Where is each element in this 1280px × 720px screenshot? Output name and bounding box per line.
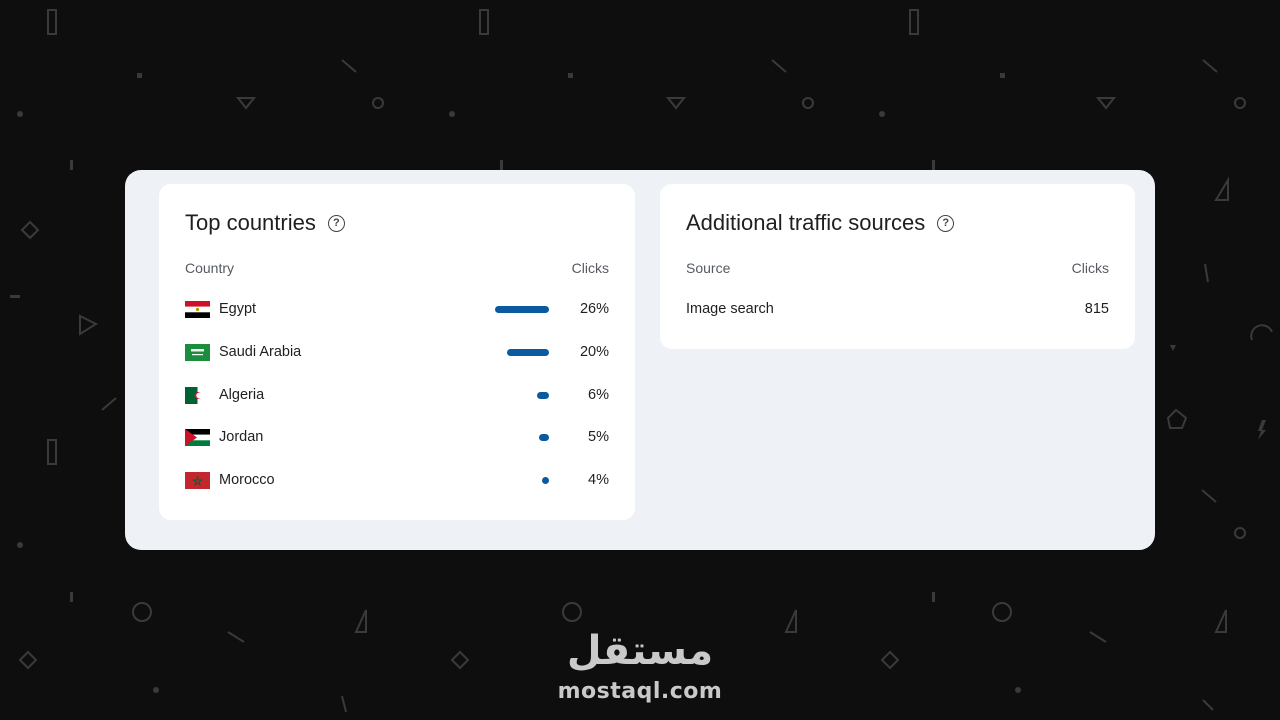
traffic-sources-title: Additional traffic sources bbox=[686, 210, 926, 235]
saudi-arabia-flag-icon bbox=[185, 343, 210, 361]
jordan-flag-icon bbox=[185, 428, 210, 446]
help-circle-icon[interactable]: ? bbox=[327, 214, 345, 232]
traffic-sources-header: Additional traffic sources ? bbox=[686, 210, 955, 236]
clicks-bar bbox=[537, 391, 549, 399]
clicks-bar-track bbox=[479, 348, 549, 356]
country-row-jordan[interactable]: Jordan 5% bbox=[185, 425, 609, 449]
country-name: Saudi Arabia bbox=[219, 344, 302, 360]
algeria-flag-icon bbox=[185, 386, 210, 404]
clicks-percent: 26% bbox=[579, 301, 609, 317]
country-name: Algeria bbox=[219, 387, 265, 403]
mostaql-logo-latin: mostaql.com bbox=[557, 679, 723, 704]
country-name: Jordan bbox=[219, 429, 264, 445]
top-countries-header: Top countries ? bbox=[185, 210, 345, 236]
country-row-algeria[interactable]: Algeria 6% bbox=[185, 383, 609, 407]
country-row-morocco[interactable]: Morocco 4% bbox=[185, 468, 609, 492]
source-column-header: Source bbox=[686, 260, 731, 276]
clicks-bar bbox=[495, 305, 549, 313]
clicks-percent: 4% bbox=[588, 472, 609, 488]
country-row-egypt[interactable]: Egypt 26% bbox=[185, 297, 609, 321]
country-name: Morocco bbox=[219, 472, 275, 488]
clicks-bar bbox=[539, 433, 549, 441]
clicks-bar bbox=[507, 348, 549, 356]
clicks-bar-track bbox=[479, 433, 549, 441]
top-countries-title: Top countries bbox=[185, 210, 316, 235]
help-circle-icon[interactable]: ? bbox=[937, 214, 955, 232]
egypt-flag-icon bbox=[185, 300, 210, 318]
clicks-bar bbox=[542, 476, 549, 484]
clicks-column-header: Clicks bbox=[571, 260, 609, 276]
additional-traffic-sources-card: Additional traffic sources ? Source Clic… bbox=[660, 184, 1135, 349]
clicks-bar-track bbox=[479, 305, 549, 313]
mostaql-logo-arabic: مستقل bbox=[566, 628, 714, 674]
country-column-header: Country bbox=[185, 260, 235, 276]
source-name: Image search bbox=[686, 301, 774, 317]
morocco-flag-icon bbox=[185, 471, 210, 489]
top-countries-card: Top countries ? Country Clicks Egypt 26%… bbox=[159, 184, 635, 520]
clicks-percent: 5% bbox=[588, 429, 609, 445]
performance-panel: Top countries ? Country Clicks Egypt 26%… bbox=[125, 170, 1155, 550]
clicks-bar-track bbox=[479, 391, 549, 399]
clicks-column-header: Clicks bbox=[1071, 260, 1109, 276]
country-name: Egypt bbox=[219, 301, 257, 317]
country-row-saudi-arabia[interactable]: Saudi Arabia 20% bbox=[185, 340, 609, 364]
clicks-bar-track bbox=[479, 476, 549, 484]
clicks-percent: 20% bbox=[579, 344, 609, 360]
clicks-percent: 6% bbox=[588, 387, 609, 403]
source-row-image-search[interactable]: Image search 815 bbox=[686, 297, 1109, 321]
source-clicks: 815 bbox=[1084, 301, 1109, 317]
